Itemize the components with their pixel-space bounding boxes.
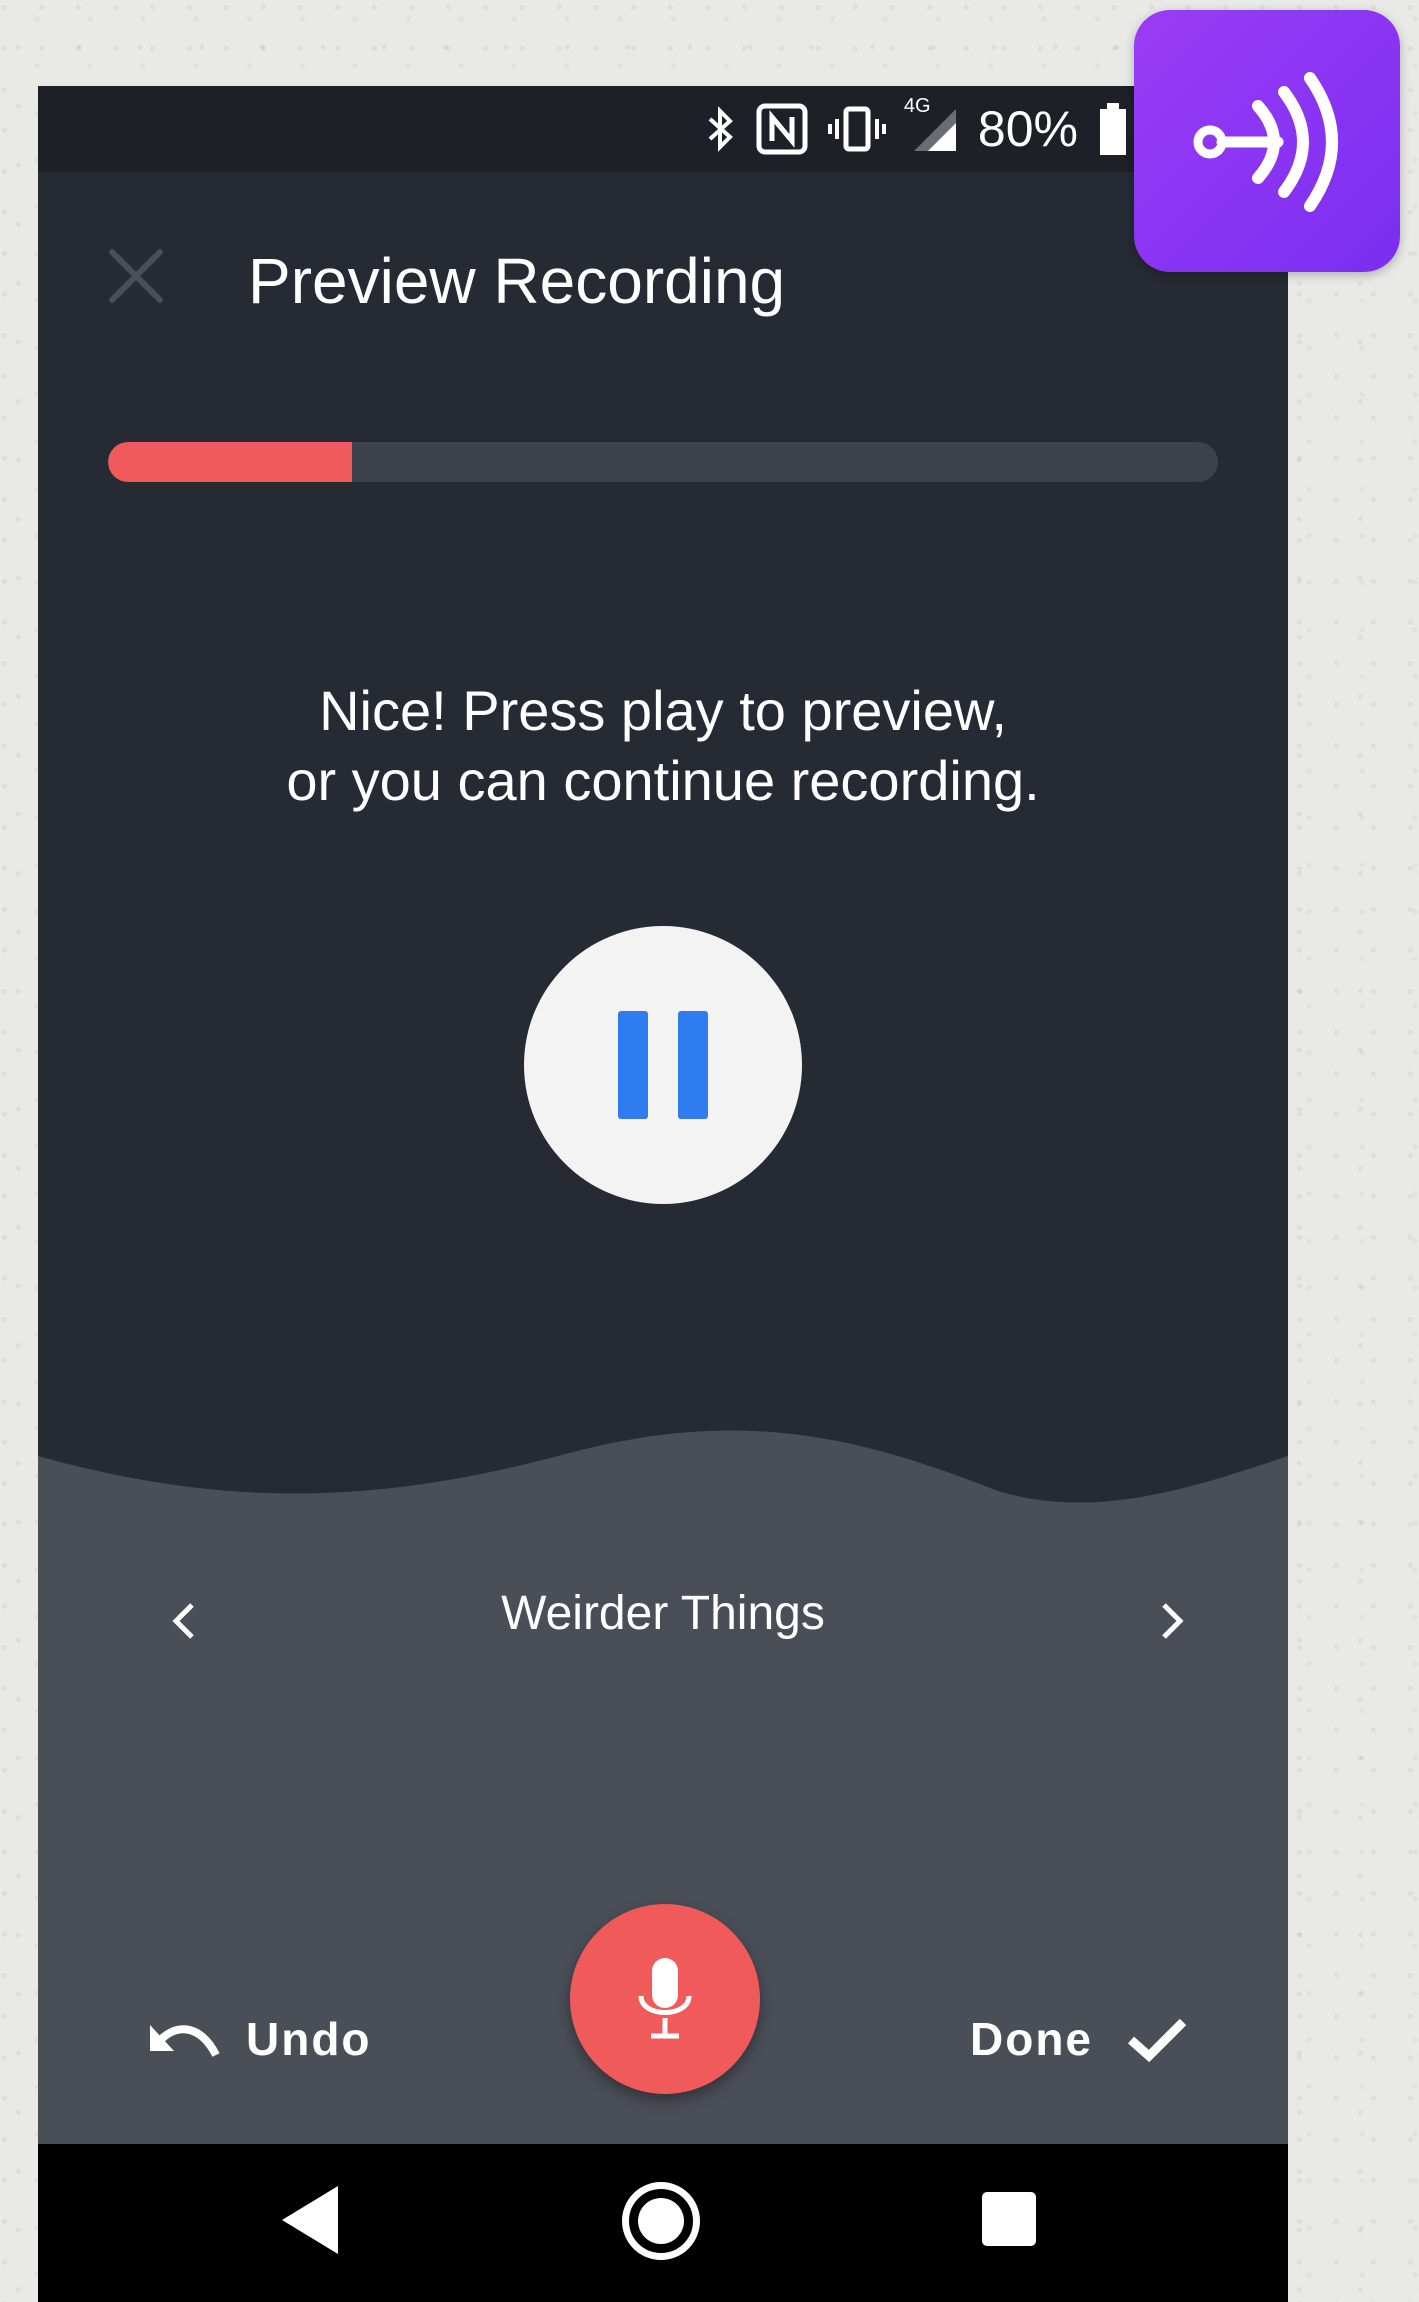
track-title: Weirder Things — [501, 1587, 825, 1640]
checkmark-icon — [1128, 2018, 1187, 2062]
back-button[interactable] — [280, 2184, 340, 2261]
record-button[interactable] — [570, 1904, 760, 2094]
message-line-1: Nice! Press play to preview, — [319, 679, 1007, 742]
system-navigation-bar — [38, 2144, 1288, 2302]
signal-4g-icon: 4G — [904, 95, 958, 153]
chevron-right-icon — [1162, 1603, 1184, 1639]
network-label: 4G — [903, 95, 931, 117]
preview-message: Nice! Press play to preview, or you can … — [38, 676, 1288, 816]
undo-button[interactable]: Undo — [148, 1994, 372, 2084]
nfc-icon — [756, 103, 808, 155]
battery-percentage: 80% — [977, 101, 1078, 157]
wave-divider — [38, 1430, 1288, 1526]
recents-button[interactable] — [982, 2192, 1036, 2246]
undo-icon — [150, 2025, 220, 2057]
message-line-2: or you can continue recording. — [286, 749, 1040, 812]
vibrate-icon — [827, 105, 886, 153]
done-label: Done — [970, 2013, 1093, 2065]
progress-fill — [108, 442, 353, 482]
done-button[interactable]: Done — [970, 1994, 1187, 2084]
anchor-app-logo — [1134, 10, 1400, 272]
next-track-button[interactable] — [1138, 1576, 1208, 1666]
recording-progress-bar — [108, 442, 1218, 482]
pause-button[interactable] — [524, 926, 802, 1204]
undo-label: Undo — [246, 2013, 372, 2065]
close-button[interactable] — [106, 246, 166, 306]
bluetooth-icon — [706, 105, 736, 153]
close-icon — [109, 249, 163, 303]
microphone-icon — [638, 1958, 692, 2039]
phone-screen: 4G 80% Preview Recording Nice! Press pla… — [38, 86, 1288, 2302]
status-bar: 4G 80% — [38, 86, 1288, 172]
home-button[interactable] — [622, 2182, 700, 2260]
battery-icon — [1098, 103, 1128, 155]
header: Preview Recording — [38, 216, 1288, 336]
page-title: Preview Recording — [248, 245, 786, 317]
back-icon — [282, 2186, 338, 2254]
